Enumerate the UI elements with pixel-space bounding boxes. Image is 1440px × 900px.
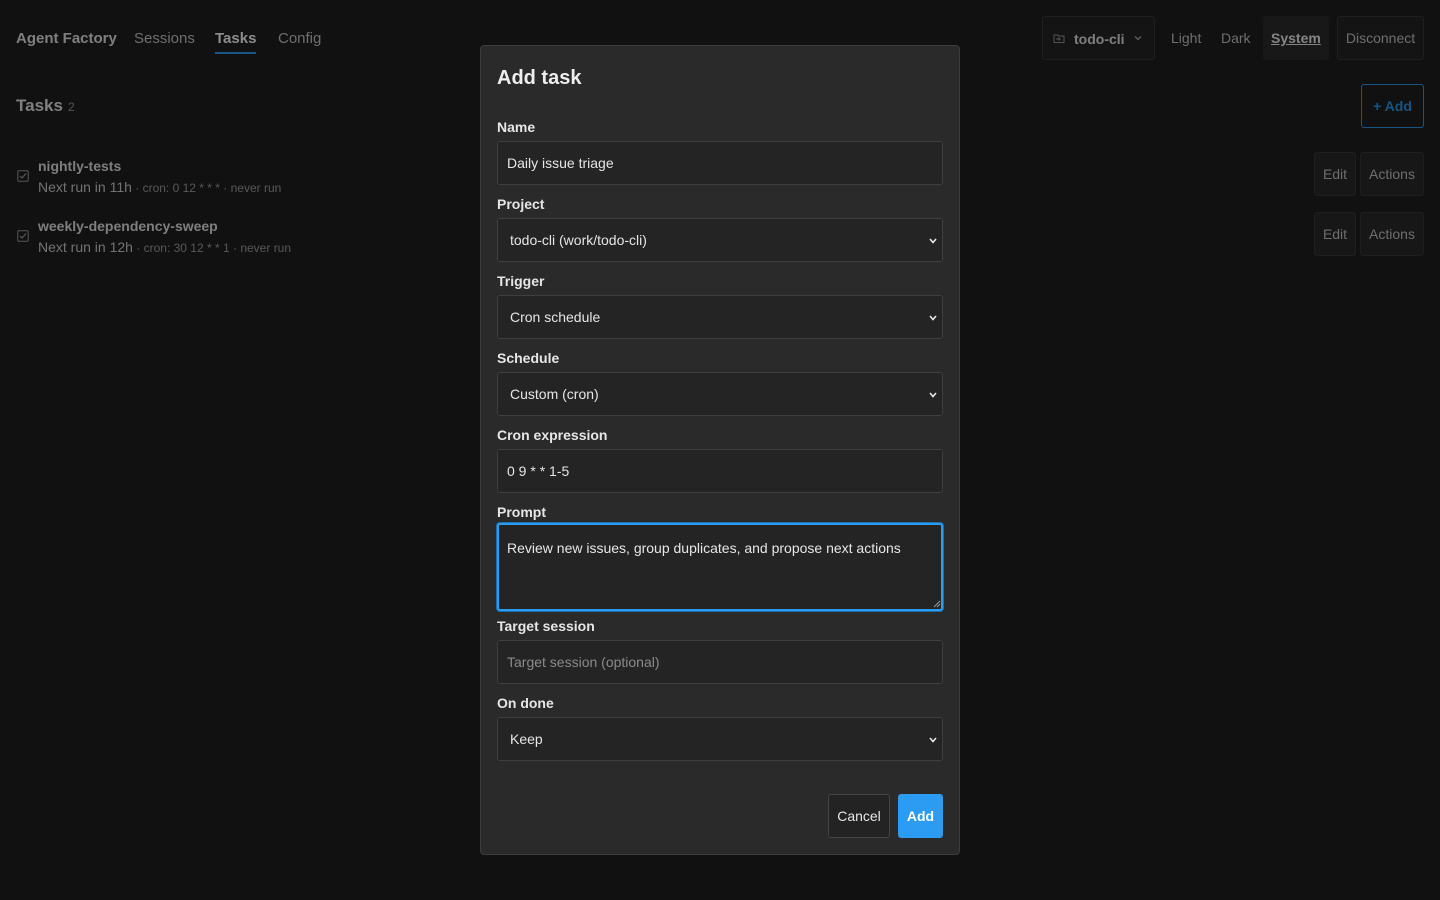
- chevron-down-icon: [929, 238, 937, 244]
- chevron-down-icon: [929, 392, 937, 398]
- target-session-label: Target session: [497, 618, 595, 634]
- schedule-select-value: Custom (cron): [510, 386, 599, 402]
- dialog-title: Add task: [497, 67, 582, 89]
- name-label: Name: [497, 119, 536, 135]
- add-task-dialog: Add task Name Project todo-cli (work/tod…: [480, 45, 960, 855]
- cron-label: Cron expression: [497, 427, 608, 443]
- prompt-textarea[interactable]: Review new issues, group duplicates, and…: [497, 523, 943, 611]
- trigger-select-value: Cron schedule: [510, 309, 601, 325]
- cron-expression-input[interactable]: [497, 449, 943, 493]
- chevron-down-icon: [929, 737, 937, 743]
- prompt-label: Prompt: [497, 504, 546, 520]
- name-input[interactable]: [497, 141, 943, 185]
- schedule-select[interactable]: Custom (cron): [497, 372, 943, 416]
- project-select-value: todo-cli (work/todo-cli): [510, 232, 647, 248]
- app-root: Agent Factory Sessions Tasks Config todo…: [0, 0, 1440, 900]
- target-session-input[interactable]: [497, 640, 943, 684]
- schedule-label: Schedule: [497, 350, 560, 366]
- project-select[interactable]: todo-cli (work/todo-cli): [497, 218, 943, 262]
- project-label: Project: [497, 196, 545, 212]
- on-done-label: On done: [497, 695, 554, 711]
- trigger-label: Trigger: [497, 273, 545, 289]
- trigger-select[interactable]: Cron schedule: [497, 295, 943, 339]
- on-done-select[interactable]: Keep: [497, 717, 943, 761]
- resize-grip-icon[interactable]: [933, 600, 941, 608]
- add-button[interactable]: Add: [898, 794, 943, 838]
- chevron-down-icon: [929, 315, 937, 321]
- on-done-select-value: Keep: [510, 731, 543, 747]
- cancel-button[interactable]: Cancel: [828, 794, 890, 838]
